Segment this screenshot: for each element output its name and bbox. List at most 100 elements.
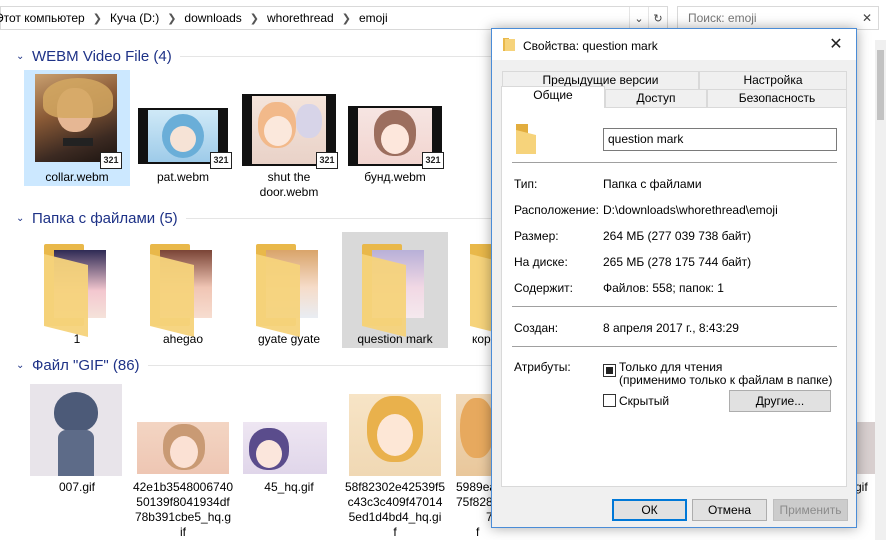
close-icon[interactable]: ✕ [822, 33, 850, 55]
created-label: Создан: [514, 321, 559, 335]
file-item-45-hq-gif[interactable]: 45_hq.gif [236, 380, 342, 500]
file-item-shut-the-door[interactable]: 321 shut the door.webm [236, 70, 342, 202]
ok-button[interactable]: ОК [612, 499, 687, 521]
folder-name: ahegao [162, 332, 204, 346]
file-item-42e1-gif[interactable]: 42e1b3548006740 50139f8041934df 78b391cb… [130, 380, 236, 540]
chevron-down-icon[interactable]: ⌄ [16, 213, 30, 224]
cancel-button[interactable]: Отмена [692, 499, 767, 521]
file-name-line: f [476, 525, 480, 539]
file-name-line: c43c3c409f47014 [347, 495, 443, 509]
file-item-bund[interactable]: 321 бунд.webm [342, 70, 448, 186]
media-player-badge-icon: 321 [210, 152, 232, 169]
breadcrumb-separator-icon[interactable]: ❯ [161, 12, 182, 25]
tab-customize[interactable]: Настройка [699, 71, 847, 89]
type-value: Папка с файлами [603, 177, 702, 191]
folder-name-field[interactable]: question mark [603, 128, 837, 151]
media-player-badge-icon: 321 [100, 152, 122, 169]
file-name-line: 007.gif [58, 480, 96, 494]
file-name-line: f [393, 525, 397, 539]
media-player-badge-icon: 321 [422, 152, 444, 169]
video-thumbnail [35, 74, 117, 162]
advanced-button[interactable]: Другие... [729, 390, 831, 412]
gif-thumbnail [857, 422, 875, 474]
group-header-folders[interactable]: ⌄ Папка с файлами (5) [0, 208, 500, 228]
file-name-line: door.webm [259, 185, 319, 199]
group-title: Файл "GIF" (86) [32, 356, 140, 374]
folder-icon [150, 244, 220, 337]
divider [512, 306, 837, 307]
size-label: Размер: [514, 229, 559, 243]
divider [179, 55, 500, 57]
vertical-scrollbar[interactable] [875, 40, 886, 540]
folder-item-1[interactable]: 1 [24, 232, 130, 348]
hidden-checkbox[interactable] [603, 394, 616, 407]
address-dropdown-icon[interactable]: ⌄ [629, 7, 648, 29]
file-name-line: 42e1b3548006740 [132, 480, 234, 494]
created-value: 8 апреля 2017 г., 8:43:29 [603, 321, 739, 335]
tab-sharing[interactable]: Доступ [605, 89, 707, 107]
file-item-58f8-gif[interactable]: 58f82302e42539f5 c43c3c409f47014 5ed1d4b… [342, 380, 448, 540]
file-item-collar[interactable]: 321 collar.webm [24, 70, 130, 186]
folder-name: question mark [357, 332, 433, 346]
breadcrumb-downloads[interactable]: downloads [182, 11, 243, 25]
group-header-gif[interactable]: ⌄ Файл "GIF" (86) [0, 355, 500, 375]
tab-general[interactable]: Общие [501, 86, 605, 108]
folder-item-question-mark[interactable]: question mark [342, 232, 448, 348]
chevron-down-icon[interactable]: ⌄ [16, 360, 30, 371]
size-on-disk-value: 265 МБ (278 175 744 байт) [603, 255, 752, 269]
file-item-007-gif[interactable]: 007.gif [24, 380, 130, 500]
breadcrumb-this-pc[interactable]: Этот компьютер [0, 11, 87, 25]
breadcrumb-separator-icon[interactable]: ❯ [87, 12, 108, 25]
breadcrumb-whorethread[interactable]: whorethread [265, 11, 336, 25]
gif-thumbnail [243, 422, 327, 474]
folder-icon [256, 244, 326, 337]
collar-shape [63, 138, 93, 146]
file-name-line: 5ed1d4bd4_hq.gi [348, 510, 442, 524]
breadcrumb-emoji[interactable]: emoji [357, 11, 390, 25]
refresh-icon[interactable]: ↻ [648, 7, 667, 29]
body-shape [58, 430, 94, 476]
hidden-label: Скрытый [619, 394, 670, 408]
video-thumbnail [148, 110, 218, 162]
size-value: 264 МБ (277 039 738 байт) [603, 229, 752, 243]
readonly-checkbox[interactable] [603, 364, 616, 377]
chevron-down-icon[interactable]: ⌄ [16, 51, 30, 62]
dialog-title: Свойства: question mark [523, 39, 658, 53]
breadcrumb-separator-icon[interactable]: ❯ [244, 12, 265, 25]
properties-dialog: Свойства: question mark ✕ Предыдущие вер… [491, 28, 857, 528]
contains-label: Содержит: [514, 281, 573, 295]
video-thumbnail [358, 108, 432, 164]
group-header-webm[interactable]: ⌄ WEBM Video File (4) [0, 46, 500, 66]
file-item-5989-gif[interactable]: 5989ea 75f828 7 f [448, 380, 492, 540]
face-shape [256, 440, 282, 468]
file-item-pat[interactable]: 321 pat.webm [130, 70, 236, 186]
file-item-partial-gif[interactable]: gif [857, 380, 875, 500]
apply-button[interactable]: Применить [773, 499, 848, 521]
breadcrumb-separator-icon[interactable]: ❯ [336, 12, 357, 25]
hair-shape [296, 104, 322, 138]
search-input[interactable]: Поиск: emoji ✕ [677, 6, 879, 30]
face-shape [264, 116, 292, 146]
file-name-line: 5989ea [456, 480, 492, 494]
address-bar[interactable]: Этот компьютер ❯ Куча (D:) ❯ downloads ❯… [0, 6, 668, 30]
folder-item-partial[interactable]: кор [448, 232, 492, 348]
tab-security[interactable]: Безопасность [707, 89, 847, 107]
file-name-line: shut the [267, 170, 311, 184]
gif-thumbnail [137, 422, 229, 474]
dialog-titlebar[interactable]: Свойства: question mark ✕ [492, 29, 856, 60]
file-name-line: gif [857, 480, 868, 494]
folder-name: 1 [73, 332, 81, 346]
group-title: Папка с файлами (5) [32, 209, 178, 227]
folder-icon [44, 244, 114, 337]
folder-item-gyate-gyate[interactable]: gyate gyate [236, 232, 342, 348]
folder-item-ahegao[interactable]: ahegao [130, 232, 236, 348]
close-icon[interactable]: ✕ [862, 11, 872, 25]
scrollbar-thumb[interactable] [877, 50, 884, 120]
file-name-line: 75f828 [456, 495, 492, 509]
breadcrumb-drive[interactable]: Куча (D:) [108, 11, 161, 25]
divider [512, 162, 837, 163]
readonly-note: (применимо только к файлам в папке) [619, 373, 833, 387]
location-label: Расположение: [514, 203, 599, 217]
folder-icon [516, 124, 536, 154]
file-name-line: 50139f8041934df [136, 495, 230, 509]
